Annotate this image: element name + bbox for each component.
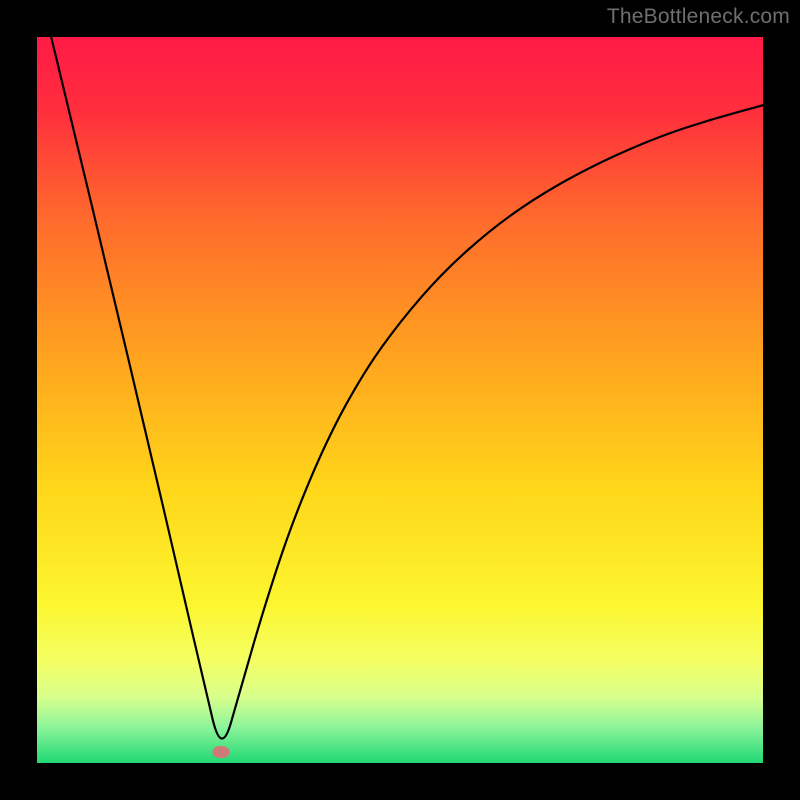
minimum-marker [213, 746, 230, 758]
bottleneck-curve [37, 37, 763, 763]
watermark: TheBottleneck.com [607, 5, 790, 29]
plot-area [37, 37, 763, 763]
chart-frame: TheBottleneck.com [0, 0, 800, 800]
